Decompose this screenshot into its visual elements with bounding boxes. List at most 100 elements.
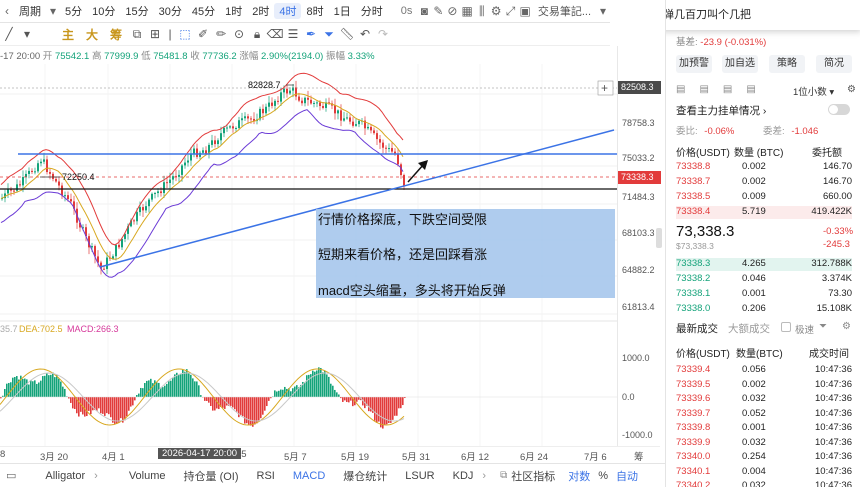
fullscreen-icon[interactable]: ⤢ <box>506 3 516 19</box>
period-5m[interactable]: 5分 <box>60 3 87 19</box>
ask-row[interactable]: 73338.8 0.002 146.70 <box>676 161 852 174</box>
period-30m[interactable]: 30分 <box>154 3 187 19</box>
layers-icon[interactable]: ⊞ <box>146 27 164 41</box>
period-10m[interactable]: 10分 <box>87 3 120 19</box>
redo-icon[interactable]: ↷ <box>374 27 392 41</box>
zoom-label[interactable]: 筹 <box>634 449 644 463</box>
select-tool-icon[interactable]: ⬚ <box>176 27 194 41</box>
line-tool-icon[interactable]: ╱ <box>0 27 18 41</box>
orderbook-view-icons[interactable]: ▤▤▤▤ <box>676 84 770 95</box>
add-alert-button[interactable]: 加预警 <box>676 55 712 73</box>
chevron-down-icon[interactable]: ▾ <box>18 27 36 41</box>
fast-checkbox[interactable] <box>781 322 791 332</box>
settings-icon[interactable]: ⚙ <box>847 84 856 95</box>
grid-icon[interactable]: ▦ <box>461 3 472 19</box>
header-qty[interactable]: 数量(BTC) <box>736 345 783 360</box>
header-amount[interactable]: 委托额 <box>812 144 842 159</box>
period-label[interactable]: 周期 <box>14 3 46 19</box>
indicator-alligator[interactable]: Alligator <box>36 470 94 482</box>
percent-scale-toggle[interactable]: % <box>594 470 612 482</box>
ask-row[interactable]: 73338.5 0.009 660.00 <box>676 191 852 204</box>
main-orders-toggle[interactable] <box>828 104 850 115</box>
precision-select[interactable]: 1位小数 ▾ <box>793 84 834 98</box>
notification-popup[interactable]: … 叫一声 反弹几百刀叫个几把 <box>666 0 860 30</box>
indicator-lsur[interactable]: LSUR <box>396 470 443 482</box>
community-icon[interactable]: ⧉ <box>500 470 507 481</box>
indicator-rsi[interactable]: RSI <box>248 470 284 482</box>
period-1d[interactable]: 1日 <box>329 3 356 19</box>
bid-row[interactable]: 73338.0 0.206 15.108K <box>676 303 852 316</box>
auto-scale-toggle[interactable]: 自动 <box>612 468 642 484</box>
strategy-button[interactable]: 策略 <box>769 55 805 73</box>
community-indicators[interactable]: 社区指标 <box>507 468 564 484</box>
trade-row[interactable]: 73340.2 0.032 10:47:36 <box>676 480 852 487</box>
ask-row[interactable]: 73338.7 0.002 146.70 <box>676 176 852 189</box>
brush-icon[interactable]: ✐ <box>194 27 212 41</box>
chevron-left-icon[interactable]: ‹ <box>2 3 12 19</box>
undo-icon[interactable]: ↶ <box>356 27 374 41</box>
period-1h[interactable]: 1时 <box>220 3 247 19</box>
indicator-oi[interactable]: 持仓量 (OI) <box>175 468 248 484</box>
trash-icon[interactable]: ⌫ <box>266 27 284 41</box>
bid-row[interactable]: 73338.2 0.046 3.374K <box>676 273 852 286</box>
filter-icon[interactable]: ⏷ <box>819 321 827 332</box>
list-icon[interactable]: ☰ <box>284 27 302 41</box>
pencil-icon[interactable]: ✏ <box>212 27 230 41</box>
arrow-line[interactable] <box>407 163 425 183</box>
bid-row[interactable]: 73338.1 0.001 73.30 <box>676 288 852 301</box>
filter-icon[interactable]: ⏷ <box>320 27 338 42</box>
trade-row[interactable]: 73339.8 0.001 10:47:36 <box>676 422 852 435</box>
indicator-kdj[interactable]: KDJ <box>444 470 483 482</box>
indicator-liquidations[interactable]: 爆仓统计 <box>334 468 396 484</box>
indicator-menu-icon[interactable]: ▭ <box>0 469 22 482</box>
refresh-interval[interactable]: 0s <box>396 5 418 17</box>
link-icon[interactable]: ⊘ <box>447 3 457 19</box>
add-watchlist-button[interactable]: 加自选 <box>722 55 758 73</box>
settings-icon[interactable]: ⚙ <box>491 3 502 19</box>
trade-row[interactable]: 73339.9 0.032 10:47:36 <box>676 437 852 450</box>
tab-large-trades[interactable]: 大额成交 <box>728 321 770 336</box>
period-timeshare[interactable]: 分时 <box>356 3 388 19</box>
main-chart-toggle[interactable]: 主 <box>56 26 80 43</box>
analysis-note[interactable]: 行情价格探底，下跌空间受限 短期来看价格，还是回踩看涨 macd空头缩量，多头将… <box>316 209 615 298</box>
chevron-down-icon[interactable]: ▾ <box>598 3 608 19</box>
trade-row[interactable]: 73340.1 0.004 10:47:36 <box>676 466 852 479</box>
trade-row[interactable]: 73340.0 0.254 10:47:36 <box>676 451 852 464</box>
ruler-icon[interactable]: 📏︎ <box>338 27 356 41</box>
bid-row[interactable]: 73338.3 4.265 312.788K <box>676 258 852 271</box>
header-qty[interactable]: 数量 (BTC) <box>734 144 783 159</box>
log-scale-toggle[interactable]: 对数 <box>564 468 594 484</box>
indicator-icon[interactable]: ⫼ <box>477 3 487 19</box>
edit-icon[interactable]: ✎ <box>433 3 443 19</box>
indicator-macd[interactable]: MACD <box>284 470 334 482</box>
overview-button[interactable]: 简况 <box>816 55 852 73</box>
magnet-icon[interactable]: ⊙ <box>230 27 248 41</box>
tab-latest-trades[interactable]: 最新成交 <box>676 321 718 336</box>
pen-icon[interactable]: ✒ <box>302 27 320 41</box>
chevron-down-icon[interactable]: ▾ <box>48 3 58 19</box>
indicator-volume[interactable]: Volume <box>120 470 175 482</box>
notes-icon[interactable]: ▣ <box>520 3 531 19</box>
time-axis[interactable]: 8 3月 20 4月 1 2026-04-17 20:00 25 5月 7 5月… <box>0 446 660 463</box>
trade-row[interactable]: 73339.6 0.032 10:47:36 <box>676 393 852 406</box>
chips-toggle[interactable]: 筹 <box>104 26 128 43</box>
period-2h[interactable]: 2时 <box>247 3 274 19</box>
main-orders-link[interactable]: 查看主力挂单情况 › <box>676 103 766 118</box>
axis-collapse-handle[interactable] <box>656 228 662 248</box>
period-15m[interactable]: 15分 <box>120 3 153 19</box>
lock-icon[interactable]: 🔒︎ <box>248 27 266 42</box>
chevron-right-icon[interactable]: › <box>94 470 98 482</box>
trade-row[interactable]: 73339.7 0.052 10:47:36 <box>676 408 852 421</box>
settings-icon[interactable]: ⚙ <box>842 321 851 332</box>
chevron-right-icon[interactable]: › <box>482 470 486 482</box>
ask-row[interactable]: 73338.4 5.719 419.422K <box>676 206 852 219</box>
compare-icon[interactable]: ⧉ <box>128 27 146 42</box>
period-8h[interactable]: 8时 <box>301 3 328 19</box>
price-axis[interactable]: 82508.3 78758.3 75033.2 73338.3 71484.3 … <box>617 46 661 446</box>
large-orders-toggle[interactable]: 大 <box>80 26 104 43</box>
trade-row[interactable]: 73339.4 0.056 10:47:36 <box>676 364 852 377</box>
notes-label[interactable]: 交易筆記... <box>533 3 596 19</box>
period-45m[interactable]: 45分 <box>187 3 220 19</box>
period-4h[interactable]: 4时 <box>274 3 302 19</box>
trade-row[interactable]: 73339.5 0.002 10:47:36 <box>676 379 852 392</box>
